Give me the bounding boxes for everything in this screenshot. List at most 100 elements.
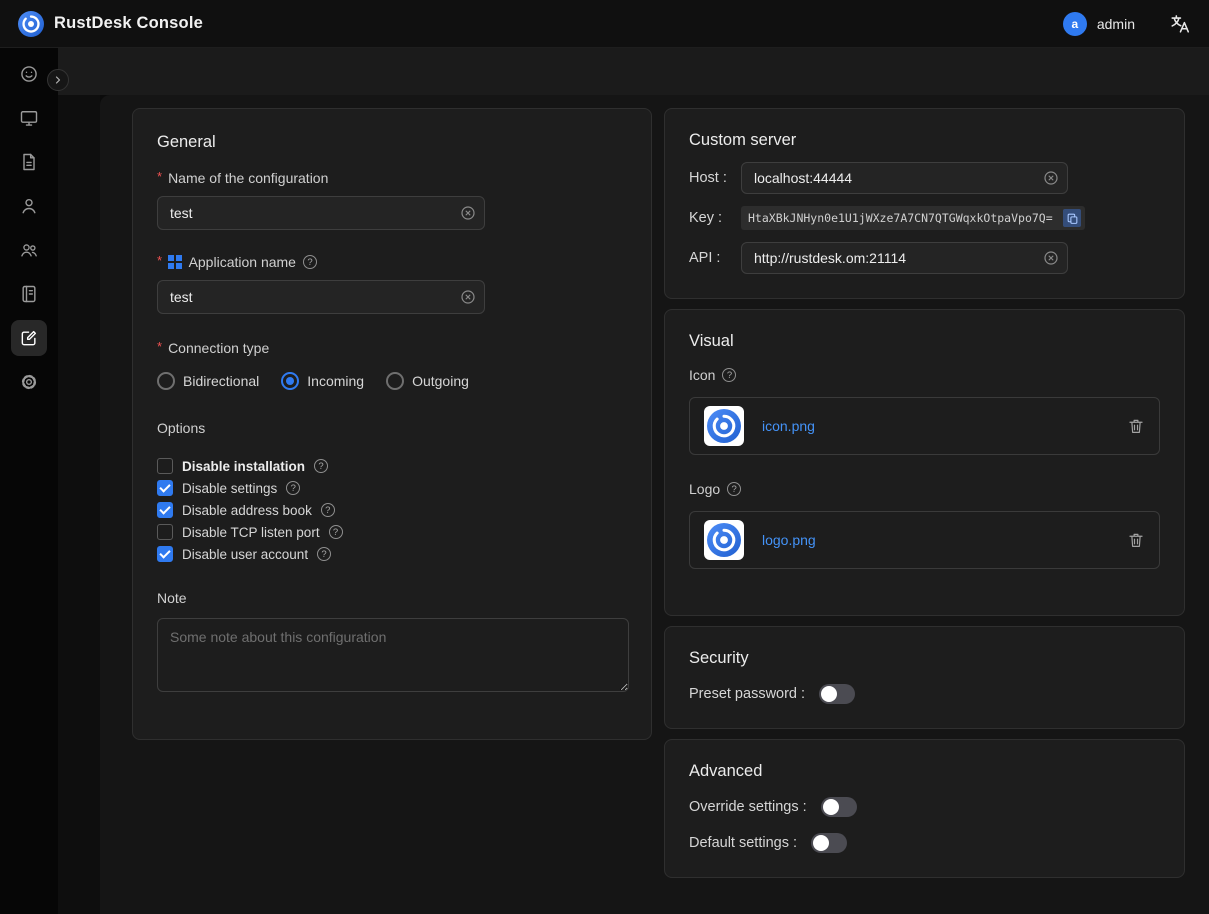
sidebar-item-smiley-icon[interactable]	[11, 56, 47, 92]
logo-label: Logo	[689, 481, 1160, 497]
host-field	[741, 162, 1068, 194]
key-value-chip: HtaXBkJNHyn0e1U1jWXze7A7CN7QTGWqxkOtpaVp…	[741, 206, 1085, 230]
default-settings-label: Default settings :	[689, 835, 797, 851]
checkbox-disable-tcp-listen-port[interactable]: Disable TCP listen port	[157, 524, 627, 540]
radio-incoming[interactable]: Incoming	[281, 372, 364, 390]
host-label: Host :	[689, 170, 741, 186]
radio-bidirectional[interactable]: Bidirectional	[157, 372, 259, 390]
name-field-label: Name of the configuration	[157, 170, 627, 186]
clear-icon[interactable]	[460, 205, 476, 221]
custom-server-title: Custom server	[689, 131, 1160, 150]
key-row: Key : HtaXBkJNHyn0e1U1jWXze7A7CN7QTGWqxk…	[689, 206, 1160, 230]
username[interactable]: admin	[1097, 16, 1135, 32]
right-column: Custom server Host : Key : HtaXBkJNHyn0e…	[664, 108, 1185, 878]
help-icon[interactable]	[317, 547, 331, 561]
preset-password-toggle[interactable]	[819, 684, 855, 704]
connection-type-group: Bidirectional Incoming Outgoing	[157, 372, 627, 390]
copy-icon[interactable]	[1063, 209, 1081, 227]
security-card: Security Preset password :	[664, 626, 1185, 729]
preset-password-label: Preset password :	[689, 686, 805, 702]
note-label: Note	[157, 590, 627, 606]
api-label: API :	[689, 250, 741, 266]
default-settings-row: Default settings :	[689, 833, 1160, 853]
checkbox-disable-address-book[interactable]: Disable address book	[157, 502, 627, 518]
general-title: General	[157, 133, 627, 152]
sidebar-item-settings-icon[interactable]	[11, 364, 47, 400]
sidebar-nav	[0, 48, 58, 914]
clear-icon[interactable]	[460, 289, 476, 305]
note-area	[157, 618, 627, 697]
host-row: Host :	[689, 162, 1160, 194]
sidebar-item-logbook-icon[interactable]	[11, 276, 47, 312]
radio-outgoing[interactable]: Outgoing	[386, 372, 469, 390]
user-avatar[interactable]: a	[1063, 12, 1087, 36]
help-icon[interactable]	[321, 503, 335, 517]
checkbox[interactable]	[157, 502, 173, 518]
advanced-card: Advanced Override settings : Default set…	[664, 739, 1185, 878]
clear-icon[interactable]	[1043, 250, 1059, 266]
name-input[interactable]	[157, 196, 485, 230]
sidebar-item-document-icon[interactable]	[11, 144, 47, 180]
main-panel: General Name of the configuration Applic…	[100, 95, 1209, 914]
radio-dot[interactable]	[157, 372, 175, 390]
language-icon[interactable]	[1169, 13, 1191, 35]
rustdesk-logo-icon	[18, 11, 44, 37]
help-icon[interactable]	[286, 481, 300, 495]
help-icon[interactable]	[329, 525, 343, 539]
sidebar-item-users-icon[interactable]	[11, 232, 47, 268]
app-name-label: Application name	[157, 254, 627, 270]
radio-dot[interactable]	[281, 372, 299, 390]
key-value: HtaXBkJNHyn0e1U1jWXze7A7CN7QTGWqxkOtpaVp…	[748, 211, 1063, 225]
key-label: Key :	[689, 210, 741, 226]
options-label: Options	[157, 420, 627, 436]
advanced-title: Advanced	[689, 762, 1160, 781]
override-settings-label: Override settings :	[689, 799, 807, 815]
delete-icon[interactable]	[1127, 531, 1145, 549]
host-input[interactable]	[741, 162, 1068, 194]
left-gutter	[58, 95, 100, 914]
checkbox[interactable]	[157, 546, 173, 562]
sidebar-expand-button[interactable]	[47, 69, 69, 91]
default-settings-toggle[interactable]	[811, 833, 847, 853]
app-header: RustDesk Console a admin	[0, 0, 1209, 48]
windows-icon	[168, 255, 182, 269]
icon-file-link[interactable]: icon.png	[762, 418, 815, 434]
checkbox[interactable]	[157, 524, 173, 540]
help-icon[interactable]	[722, 368, 736, 382]
brand: RustDesk Console	[18, 11, 203, 37]
visual-card: Visual Icon icon.png	[664, 309, 1185, 616]
checkbox-disable-settings[interactable]: Disable settings	[157, 480, 627, 496]
api-row: API :	[689, 242, 1160, 274]
custom-server-card: Custom server Host : Key : HtaXBkJNHyn0e…	[664, 108, 1185, 299]
options-list: Disable installation Disable settings Di…	[157, 458, 627, 562]
clear-icon[interactable]	[1043, 170, 1059, 186]
note-textarea[interactable]	[157, 618, 629, 692]
radio-dot[interactable]	[386, 372, 404, 390]
sidebar-item-monitor-icon[interactable]	[11, 100, 47, 136]
name-field	[157, 196, 485, 230]
override-settings-row: Override settings :	[689, 797, 1160, 817]
checkbox-disable-user-account[interactable]: Disable user account	[157, 546, 627, 562]
api-field	[741, 242, 1068, 274]
visual-title: Visual	[689, 332, 1160, 351]
icon-preview	[704, 406, 744, 446]
delete-icon[interactable]	[1127, 417, 1145, 435]
checkbox[interactable]	[157, 480, 173, 496]
sidebar-item-user-icon[interactable]	[11, 188, 47, 224]
logo-preview	[704, 520, 744, 560]
checkbox[interactable]	[157, 458, 173, 474]
icon-file-box: icon.png	[689, 397, 1160, 455]
checkbox-disable-installation[interactable]: Disable installation	[157, 458, 627, 474]
api-input[interactable]	[741, 242, 1068, 274]
help-icon[interactable]	[303, 255, 317, 269]
logo-file-link[interactable]: logo.png	[762, 532, 816, 548]
security-title: Security	[689, 649, 1160, 668]
app-name-field	[157, 280, 485, 314]
top-strip	[58, 48, 1209, 95]
help-icon[interactable]	[727, 482, 741, 496]
override-settings-toggle[interactable]	[821, 797, 857, 817]
app-name-input[interactable]	[157, 280, 485, 314]
logo-file-box: logo.png	[689, 511, 1160, 569]
help-icon[interactable]	[314, 459, 328, 473]
sidebar-item-edit-icon[interactable]	[11, 320, 47, 356]
